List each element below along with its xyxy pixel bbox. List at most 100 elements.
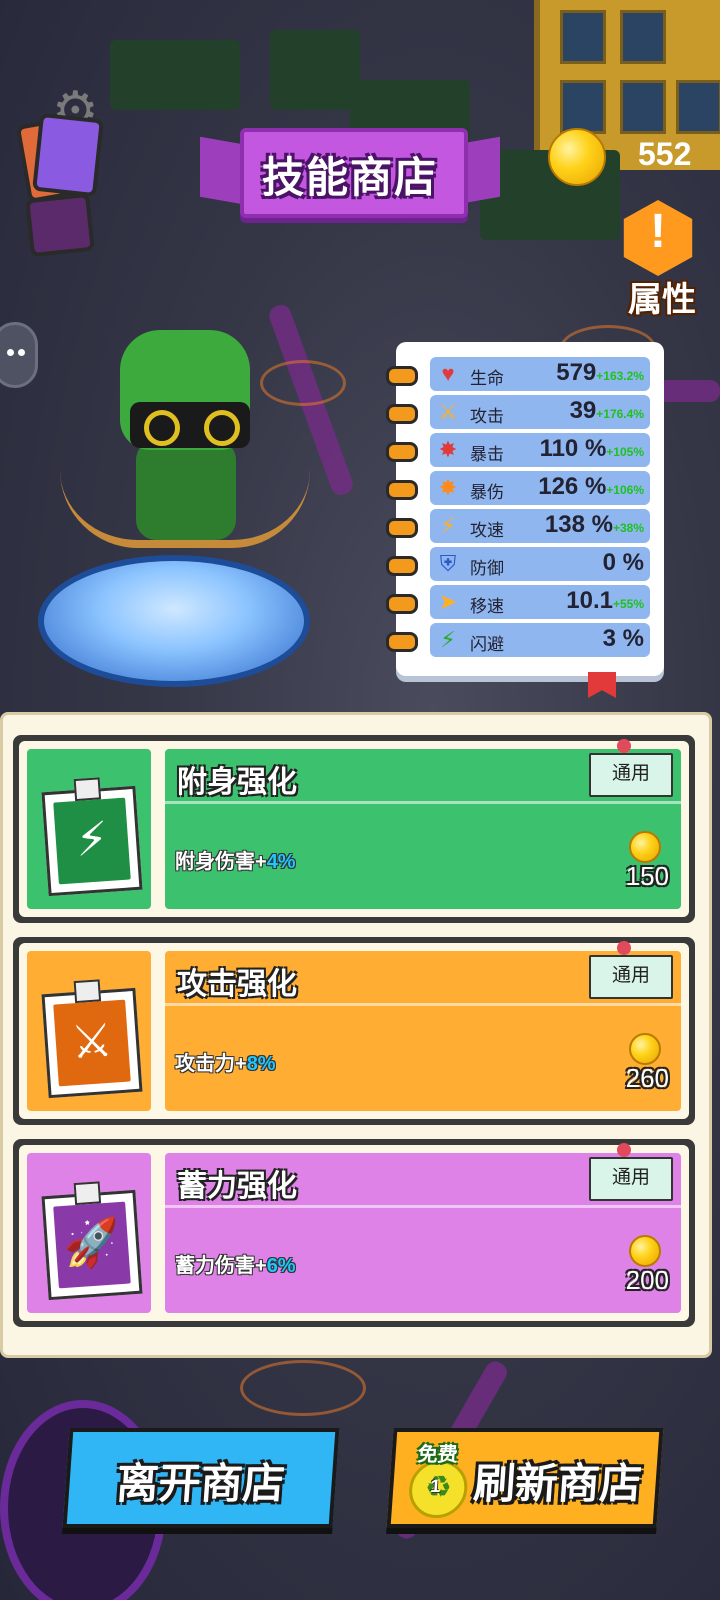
item-description: 蓄力伤害+6% xyxy=(175,1255,296,1277)
stat-row-boot: ➤ 移速 10.1+55% xyxy=(386,585,650,619)
stat-bonus: +176.4% xyxy=(596,407,644,421)
coin-icon xyxy=(629,1033,661,1065)
stat-bonus: +55% xyxy=(612,597,644,611)
item-info-panel: 附身强化 通用附身伤害+4% 150 xyxy=(165,739,681,909)
stat-bonus: +106% xyxy=(606,483,644,497)
pin-icon xyxy=(617,739,631,753)
shop-panel: ⚡ 附身强化 通用 附身伤害+4% 150 ⚔ 攻击强化 通用 攻击力+8% 260 🚀 蓄力强化 通用… xyxy=(0,712,712,1358)
stat-value: 0 % xyxy=(602,549,644,576)
exclamation-icon: ! xyxy=(623,200,693,276)
pin-icon xyxy=(386,366,418,386)
sword-icon: ⚔ xyxy=(438,399,458,424)
hedge xyxy=(270,30,360,110)
attributes-label: 属性 xyxy=(628,281,696,319)
item-name: 附身强化 xyxy=(177,766,297,799)
coin-icon xyxy=(629,1235,661,1267)
coin-amount: 552 xyxy=(638,136,692,172)
shop-item[interactable]: ⚔ 攻击强化 通用攻击力+8% 260 xyxy=(13,937,695,1125)
coin-counter: 552 xyxy=(548,128,718,186)
stat-value: 138 %+38% xyxy=(544,511,644,538)
stat-name: 闪避 xyxy=(470,635,504,654)
pin-icon xyxy=(386,404,418,424)
pin-icon xyxy=(617,1143,631,1157)
stat-value: 579+163.2% xyxy=(556,359,644,386)
stat-row-attack-speed: ⚡ 攻速 138 %+38% xyxy=(386,509,650,543)
stat-bonus: +105% xyxy=(606,445,644,459)
stat-value: 110 %+105% xyxy=(539,435,644,462)
stat-row-crit-damage: ✸ 暴伤 126 %+106% xyxy=(386,471,650,505)
stat-value: 39+176.4% xyxy=(569,397,644,424)
sword-icon: ⚔ xyxy=(53,999,131,1087)
free-refresh-badge: ♻ 免费 1 xyxy=(401,1438,470,1518)
item-name: 攻击强化 xyxy=(177,968,297,1001)
pin-icon xyxy=(617,941,631,955)
ground-ring xyxy=(240,1360,366,1416)
pin-icon xyxy=(386,480,418,500)
bow xyxy=(60,470,310,548)
pin-icon xyxy=(386,632,418,652)
coin-icon xyxy=(629,831,661,863)
attributes-button[interactable]: ! 属性 xyxy=(614,200,710,319)
leave-shop-button[interactable]: 离开商店 xyxy=(62,1428,340,1528)
stat-name: 攻速 xyxy=(470,521,504,540)
rockets-icon: 🚀 xyxy=(53,1201,131,1289)
dodge-icon: ⚡ xyxy=(440,627,456,652)
item-info-panel: 攻击强化 通用攻击力+8% 260 xyxy=(165,941,681,1111)
lightning-orb-icon: ⚡ xyxy=(53,797,131,885)
item-icon-panel: ⚡ xyxy=(27,749,151,909)
heart-icon: ♥ xyxy=(441,361,455,386)
item-description: 攻击力+8% xyxy=(175,1053,276,1075)
item-price: 150 xyxy=(625,861,669,891)
stat-bonus: +38% xyxy=(612,521,644,535)
item-tag: 通用 xyxy=(589,955,673,999)
item-info-panel: 蓄力强化 通用蓄力伤害+6% 200 xyxy=(165,1143,681,1313)
stat-name: 攻击 xyxy=(470,407,504,426)
stat-row-heart: ♥ 生命 579+163.2% xyxy=(386,357,650,391)
stat-name: 防御 xyxy=(470,559,504,578)
item-icon-panel: 🚀 xyxy=(27,1153,151,1313)
cards-button[interactable]: ⚙ xyxy=(15,85,104,258)
stat-value: 126 %+106% xyxy=(538,473,644,500)
attack-speed-icon: ⚡ xyxy=(440,513,456,538)
leave-shop-label: 离开商店 xyxy=(114,1460,287,1507)
stat-name: 移速 xyxy=(470,597,504,616)
pin-icon xyxy=(386,594,418,614)
boot-icon: ➤ xyxy=(438,589,458,614)
pin-icon xyxy=(386,518,418,538)
stats-panel: ♥ 生命 579+163.2% ⚔ 攻击 39+176.4% ✸ 暴击 110 %+105% ✸ 暴… xyxy=(386,342,664,676)
stat-name: 生命 xyxy=(470,369,504,388)
item-name: 蓄力强化 xyxy=(177,1170,297,1203)
refresh-shop-label: 刷新商店 xyxy=(471,1460,644,1507)
stat-row-dodge: ⚡ 闪避 3 % xyxy=(386,623,650,657)
crit-damage-icon: ✸ xyxy=(438,475,458,500)
hero-character xyxy=(60,310,310,590)
shop-title-banner: 技能商店 xyxy=(200,128,500,220)
stat-name: 暴击 xyxy=(470,445,504,464)
item-price: 200 xyxy=(625,1265,669,1295)
hedge xyxy=(110,40,240,110)
item-icon-panel: ⚔ xyxy=(27,951,151,1111)
stat-value: 10.1+55% xyxy=(566,587,644,614)
stat-bonus: +163.2% xyxy=(596,369,644,383)
shop-title: 技能商店 xyxy=(261,154,438,201)
shop-item[interactable]: 🚀 蓄力强化 通用蓄力伤害+6% 200 xyxy=(13,1139,695,1327)
free-count: 1 xyxy=(429,1476,442,1496)
item-price: 260 xyxy=(625,1063,669,1093)
stat-value: 3 % xyxy=(602,625,644,652)
stat-name: 暴伤 xyxy=(470,483,504,502)
card-icon xyxy=(25,192,95,258)
shield-icon: ⛨ xyxy=(439,551,457,576)
item-tag: 通用 xyxy=(589,753,673,797)
card-icon xyxy=(32,112,104,198)
stat-row-shield: ⛨ 防御 0 % xyxy=(386,547,650,581)
pin-icon xyxy=(386,556,418,576)
free-label: 免费 xyxy=(416,1444,459,1466)
item-tag: 通用 xyxy=(589,1157,673,1201)
pin-icon xyxy=(386,442,418,462)
refresh-shop-button[interactable]: ♻ 免费 1 刷新商店 xyxy=(386,1428,664,1528)
shop-item[interactable]: ⚡ 附身强化 通用附身伤害+4% 150 xyxy=(13,735,695,923)
stat-row-sword: ⚔ 攻击 39+176.4% xyxy=(386,395,650,429)
item-description: 附身伤害+4% xyxy=(175,851,296,873)
stat-row-crit: ✸ 暴击 110 %+105% xyxy=(386,433,650,467)
chat-bubble-icon[interactable] xyxy=(0,322,38,388)
